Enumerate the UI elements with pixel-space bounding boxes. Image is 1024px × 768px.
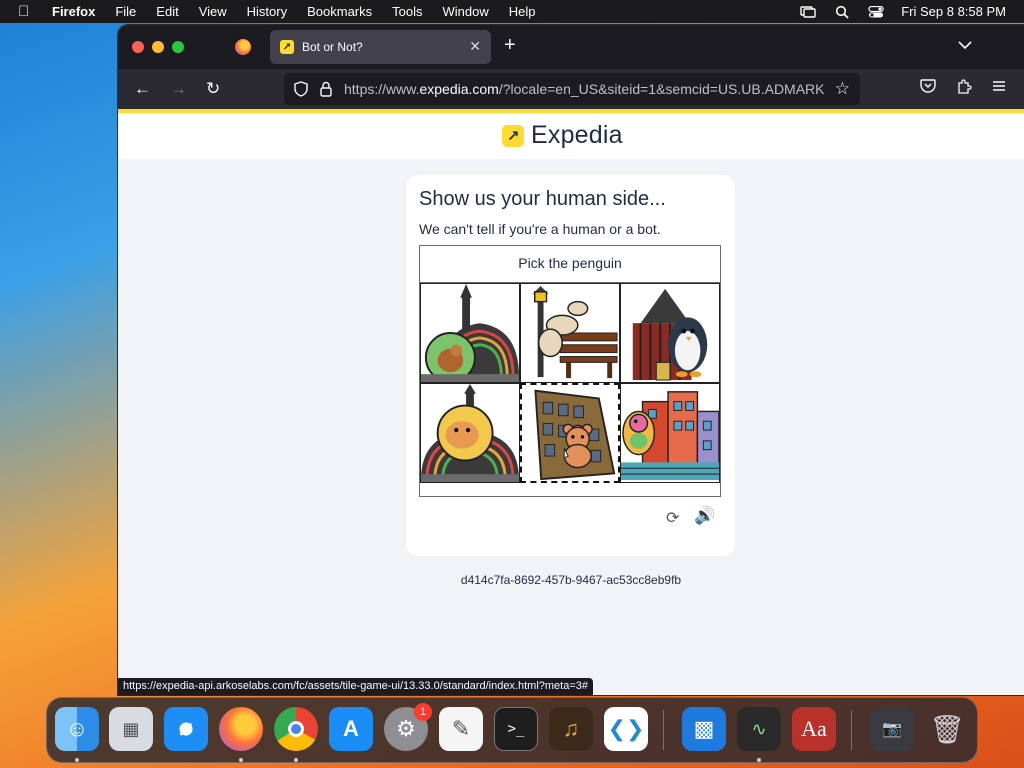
menu-bookmarks[interactable]: Bookmarks bbox=[307, 4, 372, 19]
brand-name: Expedia bbox=[531, 121, 623, 149]
dock-vscode-icon[interactable]: ❮❯ bbox=[604, 707, 648, 751]
puzzle-prompt: Pick the penguin bbox=[420, 246, 720, 283]
dock-firefox-icon[interactable] bbox=[219, 707, 263, 751]
site-header: ↗ Expedia bbox=[118, 109, 1024, 159]
dock-chrome-running-dot bbox=[294, 758, 298, 762]
dock-textedit-icon[interactable]: ✎ bbox=[439, 707, 483, 751]
page-content: ↗ Expedia Show us your human side... We … bbox=[118, 109, 1024, 695]
tile-hamster-in-bubble[interactable] bbox=[420, 383, 520, 483]
reload-icon[interactable]: ↻ bbox=[206, 79, 220, 99]
dock-trash-icon[interactable]: 🗑 bbox=[925, 707, 969, 751]
menubar-clock[interactable]: Fri Sep 8 8:58 PM bbox=[901, 4, 1006, 19]
dock-activity-monitor-running-dot bbox=[757, 758, 761, 762]
control-center-icon[interactable] bbox=[867, 5, 885, 19]
screen-mirroring-icon[interactable] bbox=[799, 5, 817, 19]
window-controls bbox=[132, 41, 184, 53]
tile-penguin-by-building[interactable] bbox=[620, 283, 720, 383]
link-status-bar: https://expedia-api.arkoselabs.com/fc/as… bbox=[118, 678, 594, 695]
settings-notification-badge: 1 bbox=[414, 703, 432, 721]
back-arrow-icon[interactable]: ← bbox=[134, 79, 151, 99]
tile-bear-by-building[interactable] bbox=[520, 383, 620, 483]
forward-arrow-icon[interactable]: → bbox=[170, 79, 187, 99]
dock-terminal-icon[interactable]: >_ bbox=[494, 707, 538, 751]
tracking-protection-shield-icon[interactable] bbox=[294, 81, 308, 97]
tab-bot-or-not[interactable]: ↗ Bot or Not? ✕ bbox=[270, 30, 491, 64]
session-id: d414c7fa-8692-457b-9467-ac53cc8eb9fb bbox=[460, 573, 682, 587]
expedia-favicon-icon: ↗ bbox=[280, 40, 294, 54]
dock-safari-icon[interactable]: ➚ bbox=[164, 707, 208, 751]
close-window-button[interactable] bbox=[132, 41, 144, 53]
menu-help[interactable]: Help bbox=[509, 4, 536, 19]
tile-bird-by-buildings[interactable] bbox=[620, 383, 720, 483]
expedia-logo[interactable]: ↗ Expedia bbox=[502, 121, 623, 150]
dock-separator bbox=[663, 710, 664, 750]
pocket-icon[interactable] bbox=[920, 79, 936, 99]
tab-title: Bot or Not? bbox=[302, 40, 363, 54]
dock-garageband-icon[interactable]: ♫ bbox=[549, 707, 593, 751]
dock-firefox-running-dot bbox=[239, 758, 243, 762]
tab-bar: ↗ Bot or Not? ✕ + bbox=[118, 25, 1024, 69]
dock-photo-booth-icon[interactable]: 📷 bbox=[870, 707, 914, 751]
reload-challenge-icon[interactable]: ⟳ bbox=[666, 508, 679, 528]
menu-bar:  Firefox File Edit View History Bookmar… bbox=[0, 0, 1024, 23]
captcha-subheading: We can't tell if you're a human or a bot… bbox=[419, 221, 661, 237]
address-bar[interactable]: https://www.expedia.com/?locale=en_US&si… bbox=[284, 73, 860, 105]
menu-window[interactable]: Window bbox=[443, 4, 489, 19]
dock-activity-monitor-icon[interactable]: ∿ bbox=[737, 707, 781, 751]
menu-edit[interactable]: Edit bbox=[156, 4, 178, 19]
navigation-toolbar: ← → ↻ https://www.expedia.com/?locale=en… bbox=[118, 69, 1024, 109]
dock-separator-2 bbox=[851, 710, 852, 750]
tile-squirrel-in-bubble[interactable] bbox=[420, 283, 520, 383]
bookmark-star-icon[interactable]: ☆ bbox=[835, 79, 850, 99]
firefox-window: ↗ Bot or Not? ✕ + ← → ↻ https://www.expe… bbox=[118, 25, 1024, 695]
dock-system-settings-icon[interactable]: ⚙ 1 bbox=[384, 703, 432, 751]
list-all-tabs-chevron-icon[interactable] bbox=[958, 37, 972, 53]
captcha-puzzle: Pick the penguin bbox=[419, 245, 721, 497]
captcha-card: Show us your human side... We can't tell… bbox=[406, 175, 735, 556]
dock-keynote-icon[interactable]: ▩ bbox=[682, 707, 726, 751]
dock-chrome-icon[interactable] bbox=[274, 707, 318, 751]
captcha-heading: Show us your human side... bbox=[419, 188, 666, 210]
dock-launchpad-icon[interactable]: ▦ bbox=[109, 707, 153, 751]
apple-menu-icon[interactable]:  bbox=[18, 3, 34, 20]
menu-file[interactable]: File bbox=[115, 4, 136, 19]
dock-finder-icon[interactable]: ☺ bbox=[55, 707, 99, 751]
dock-dictionary-icon[interactable]: Aa bbox=[792, 707, 836, 751]
menu-view[interactable]: View bbox=[199, 4, 227, 19]
extensions-puzzle-icon[interactable] bbox=[956, 79, 972, 100]
audio-challenge-speaker-icon[interactable]: 🔊 bbox=[694, 506, 715, 526]
minimize-window-button[interactable] bbox=[152, 41, 164, 53]
firefox-view-icon[interactable] bbox=[235, 39, 251, 55]
expedia-arrow-icon: ↗ bbox=[502, 124, 524, 147]
tab-close-icon[interactable]: ✕ bbox=[469, 38, 481, 55]
spotlight-search-icon[interactable] bbox=[833, 5, 851, 19]
dock-finder-running-dot bbox=[75, 758, 79, 762]
zoom-window-button[interactable] bbox=[172, 41, 184, 53]
tile-grid bbox=[420, 283, 720, 483]
menu-history[interactable]: History bbox=[247, 4, 287, 19]
menu-tools[interactable]: Tools bbox=[392, 4, 422, 19]
menu-app-name[interactable]: Firefox bbox=[52, 4, 95, 19]
new-tab-plus-icon[interactable]: + bbox=[504, 34, 516, 57]
dock: ☺ ▦ ➚ A ⚙ 1 ✎ >_ ♫ ❮❯ ▩ ∿ Aa 📷 🗑 bbox=[46, 697, 978, 763]
url-text[interactable]: https://www.expedia.com/?locale=en_US&si… bbox=[344, 81, 824, 97]
tile-seal-on-bench[interactable] bbox=[520, 283, 620, 383]
site-lock-icon[interactable] bbox=[320, 81, 332, 97]
dock-app-store-icon[interactable]: A bbox=[329, 707, 373, 751]
hamburger-menu-icon[interactable] bbox=[992, 79, 1006, 97]
